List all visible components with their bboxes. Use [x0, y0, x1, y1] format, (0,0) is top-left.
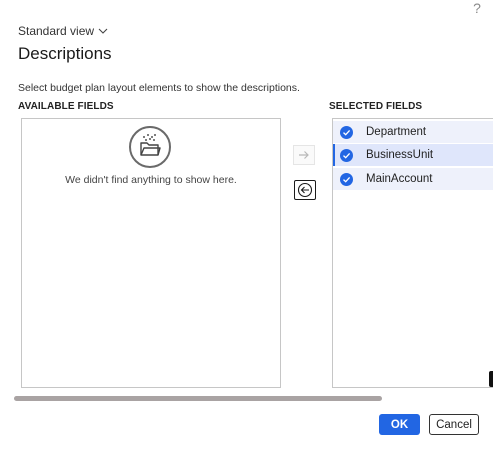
selected-fields-list[interactable]: Department BusinessUnit MainAccount	[332, 118, 493, 388]
selected-field-department[interactable]: Department	[333, 121, 493, 143]
view-selector[interactable]: Standard view	[18, 24, 108, 38]
empty-state-message: We didn't find anything to show here.	[65, 174, 237, 186]
page-title: Descriptions	[18, 44, 112, 63]
move-left-button[interactable]	[294, 180, 316, 200]
available-fields-list[interactable]: We didn't find anything to show here.	[21, 118, 281, 388]
available-fields-label: AVAILABLE FIELDS	[18, 101, 114, 112]
instructions-text: Select budget plan layout elements to sh…	[18, 82, 300, 94]
edge-marker	[489, 371, 493, 387]
selected-field-businessunit[interactable]: BusinessUnit	[333, 144, 493, 166]
checkmark-icon[interactable]	[340, 125, 353, 139]
chevron-down-icon	[98, 28, 108, 34]
folder-icon	[129, 126, 171, 168]
ok-button[interactable]: OK	[379, 414, 420, 435]
horizontal-scrollbar[interactable]	[14, 396, 384, 402]
selected-fields-label: SELECTED FIELDS	[329, 101, 423, 112]
selected-field-label: MainAccount	[366, 173, 433, 185]
selected-field-label: Department	[366, 126, 427, 138]
arrow-right-icon	[299, 151, 309, 159]
selected-field-label: BusinessUnit	[366, 149, 434, 161]
checkmark-icon[interactable]	[340, 148, 353, 162]
move-right-button[interactable]	[293, 145, 315, 165]
view-selector-label: Standard view	[18, 24, 95, 38]
arrow-left-icon	[297, 182, 313, 198]
selected-field-mainaccount[interactable]: MainAccount	[333, 168, 493, 190]
checkmark-icon[interactable]	[340, 172, 353, 186]
help-icon[interactable]: ?	[470, 0, 484, 16]
cancel-button[interactable]: Cancel	[429, 414, 479, 435]
scrollbar-thumb[interactable]	[14, 396, 382, 401]
